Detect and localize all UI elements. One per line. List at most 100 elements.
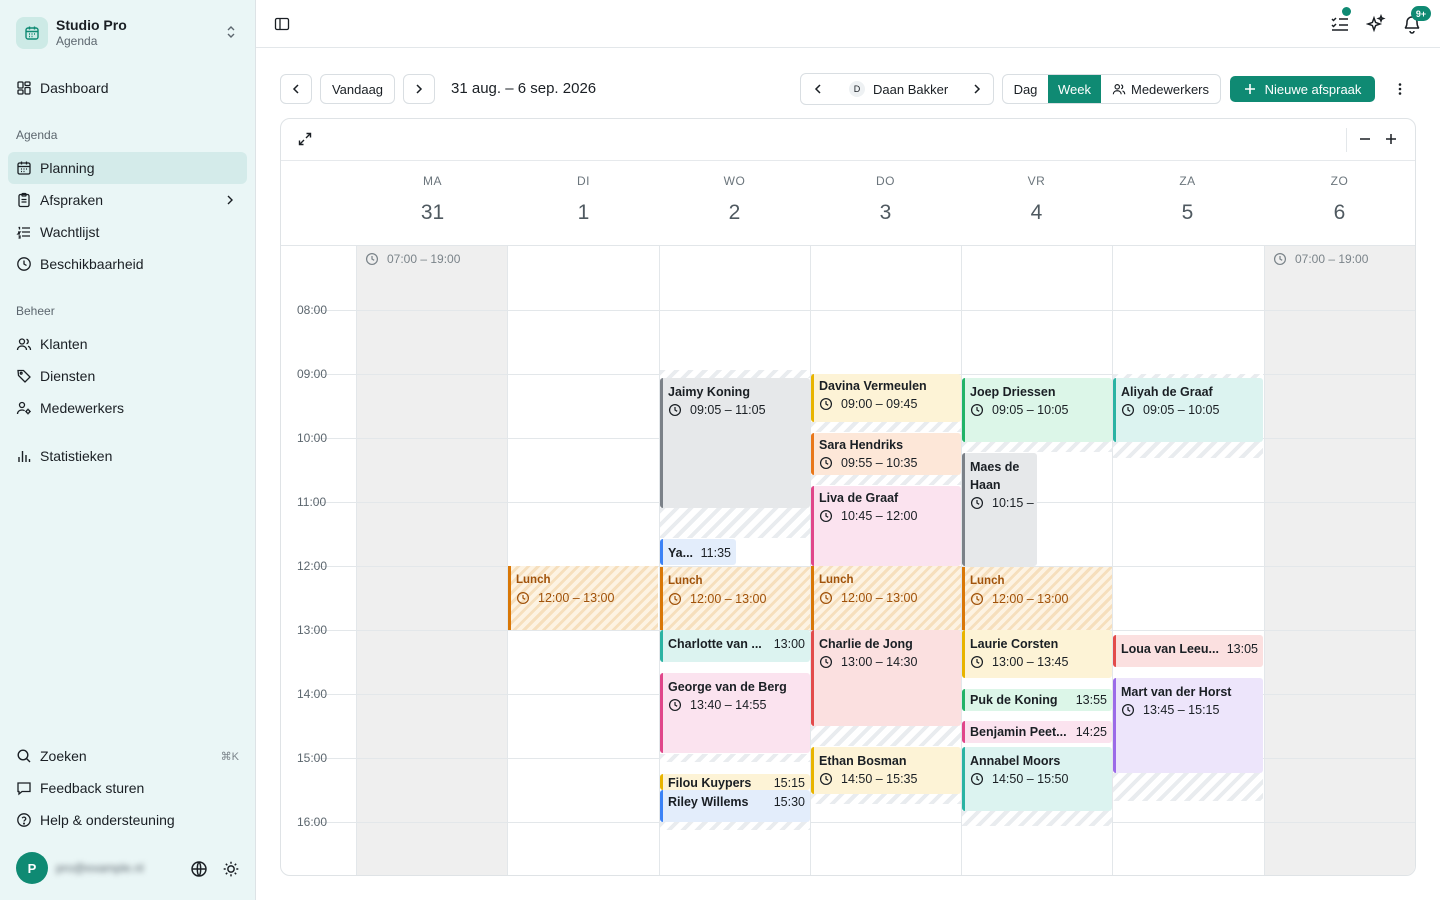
sidebar-item-dashboard[interactable]: Dashboard	[8, 72, 247, 104]
client-name: Laurie Corsten	[970, 637, 1059, 651]
new-appointment-button[interactable]: Nieuwe afspraak	[1230, 76, 1375, 102]
lunch-block[interactable]: Lunch 12:00 – 13:00	[508, 566, 658, 630]
appointment-card[interactable]: Riley Willems 15:30	[660, 790, 810, 822]
appointment-card[interactable]: Filou Kuypers 15:15	[660, 774, 810, 790]
day-header-ma[interactable]: MA 31	[357, 161, 508, 245]
chevron-left-icon[interactable]	[811, 82, 825, 96]
sidebar-item-label: Planning	[40, 160, 95, 176]
status-dot	[1342, 7, 1351, 16]
today-button[interactable]: Vandaag	[320, 74, 395, 104]
zoom-in-icon[interactable]	[1385, 133, 1397, 145]
buffer-block	[811, 475, 961, 485]
sidebar-item-statistieken[interactable]: Statistieken	[8, 440, 247, 472]
closed-hours-text: 07:00 – 19:00	[387, 252, 461, 266]
lunch-block[interactable]: Lunch 12:00 – 13:00	[660, 567, 810, 630]
closed-hours-text: 07:00 – 19:00	[1295, 252, 1369, 266]
buffer-block	[962, 442, 1112, 452]
sidebar-item-diensten[interactable]: Diensten	[8, 360, 247, 392]
day-number: 31	[420, 201, 445, 224]
tasks-button[interactable]	[1330, 7, 1351, 34]
employee-picker[interactable]: D Daan Bakker	[800, 73, 994, 105]
appointment-card[interactable]: Benjamin Peet... 14:25	[962, 721, 1112, 743]
expand-icon[interactable]	[298, 132, 312, 146]
time-label: 11:00	[297, 495, 327, 509]
day-number: 4	[1030, 201, 1043, 224]
clock-icon	[970, 496, 984, 510]
view-staff-tab[interactable]: Medewerkers	[1101, 75, 1220, 103]
day-header-vr[interactable]: VR 4	[961, 161, 1112, 245]
view-week-tab[interactable]: Week	[1048, 75, 1101, 103]
appointment-card[interactable]: Ethan Bosman 14:50 – 15:35	[811, 747, 961, 794]
appointment-card[interactable]: Annabel Moors 14:50 – 15:50	[962, 747, 1112, 811]
topbar: 9+	[256, 0, 1440, 48]
appointment-card[interactable]: Charlotte van ... 13:00	[660, 630, 810, 662]
zoom-out-icon[interactable]	[1359, 133, 1371, 145]
appointment-card[interactable]: Jaimy Koning 09:05 – 11:05	[660, 378, 810, 508]
appointment-time: 13:55	[1075, 693, 1107, 707]
sidebar-item-planning[interactable]: Planning	[8, 152, 247, 184]
client-name: Maes de Haan	[970, 460, 1020, 492]
appointment-card[interactable]: Charlie de Jong 13:00 – 14:30	[811, 630, 961, 726]
client-name: Aliyah de Graaf	[1121, 385, 1213, 399]
lunch-block[interactable]: Lunch 12:00 – 13:00	[811, 566, 961, 630]
list-checks-icon	[1331, 17, 1348, 31]
day-header-za[interactable]: ZA 5	[1112, 161, 1263, 245]
sidebar-item-wachtlijst[interactable]: Wachtlijst	[8, 216, 247, 248]
globe-icon[interactable]	[190, 860, 208, 878]
more-vertical-icon[interactable]	[1392, 81, 1408, 97]
closed-day-column	[1265, 246, 1415, 875]
appointment-card[interactable]: Davina Vermeulen 09:00 – 09:45	[811, 374, 961, 422]
lunch-time: 12:00 – 13:00	[538, 591, 615, 605]
day-header-zo[interactable]: ZO 6	[1264, 161, 1415, 245]
lunch-block[interactable]: Lunch 12:00 – 13:00	[962, 567, 1112, 630]
avatar: P	[16, 852, 48, 884]
appointment-card[interactable]: Loua van Leeu... 13:05	[1113, 635, 1263, 667]
appointment-time: 09:55 – 10:35	[841, 456, 918, 470]
sidebar-item-beschikbaarheid[interactable]: Beschikbaarheid	[8, 248, 247, 280]
notifications-button[interactable]: 9+	[1402, 6, 1431, 34]
appointment-card[interactable]: Laurie Corsten 13:00 – 13:45	[962, 630, 1112, 678]
sidebar-item-zoeken[interactable]: Zoeken ⌘K	[8, 740, 247, 772]
appointment-card[interactable]: Joep Driessen 09:05 – 10:05	[962, 378, 1112, 442]
sidebar-item-afspraken[interactable]: Afspraken	[8, 184, 247, 216]
sidebar-item-medewerkers[interactable]: Medewerkers	[8, 392, 247, 424]
sidebar-item-help[interactable]: Help & ondersteuning	[8, 804, 247, 836]
lunch-time: 12:00 – 13:00	[992, 592, 1069, 606]
appointment-card[interactable]: Liva de Graaf 10:45 – 12:00	[811, 486, 961, 566]
tag-icon	[17, 369, 31, 383]
client-name: Joep Driessen	[970, 385, 1056, 399]
dashboard-icon	[17, 81, 31, 95]
appointment-card[interactable]: George van de Berg 13:40 – 14:55	[660, 673, 810, 753]
client-name: Ya...	[668, 546, 694, 560]
appointment-card[interactable]: Aliyah de Graaf 09:05 – 10:05	[1113, 378, 1263, 442]
day-header-wo[interactable]: WO 2	[659, 161, 810, 245]
appointment-card[interactable]: Maes de Haan 10:15 –	[962, 453, 1037, 566]
view-day-tab[interactable]: Dag	[1003, 75, 1048, 103]
appointment-time: 15:15	[773, 776, 805, 790]
chevron-right-icon[interactable]	[970, 82, 984, 96]
day-number: 6	[1333, 201, 1346, 224]
appointment-card[interactable]: Sara Hendriks 09:55 – 10:35	[811, 433, 961, 475]
client-name: Davina Vermeulen	[819, 379, 927, 393]
new-appointment-label: Nieuwe afspraak	[1264, 81, 1362, 97]
day-header-do[interactable]: DO 3	[810, 161, 961, 245]
clock-icon	[819, 772, 833, 786]
chevron-up-down-icon	[227, 26, 235, 38]
divider	[1346, 128, 1347, 152]
prev-week-button[interactable]	[280, 74, 312, 104]
appointment-card[interactable]: Puk de Koning 13:55	[962, 689, 1112, 711]
workspace-switcher[interactable]: Studio Pro Agenda	[16, 16, 246, 50]
sidebar-item-feedback[interactable]: Feedback sturen	[8, 772, 247, 804]
appointment-card[interactable]: Ya... 11:35	[660, 539, 736, 565]
user-menu[interactable]: P pro@example.nl	[16, 852, 246, 884]
sun-icon[interactable]	[222, 860, 240, 878]
time-grid[interactable]: 08:00 09:00 10:00 11:00 12:00 13:00 14:0…	[281, 245, 1415, 875]
sidebar-item-klanten[interactable]: Klanten	[8, 328, 247, 360]
appointment-card[interactable]: Mart van der Horst 13:45 – 15:15	[1113, 678, 1263, 773]
sidebar-item-label: Zoeken	[40, 748, 87, 764]
sidebar-toggle-icon[interactable]	[274, 16, 290, 32]
clock-icon	[668, 592, 682, 606]
next-week-button[interactable]	[403, 74, 435, 104]
day-header-di[interactable]: DI 1	[508, 161, 659, 245]
ai-button[interactable]	[1366, 14, 1386, 34]
